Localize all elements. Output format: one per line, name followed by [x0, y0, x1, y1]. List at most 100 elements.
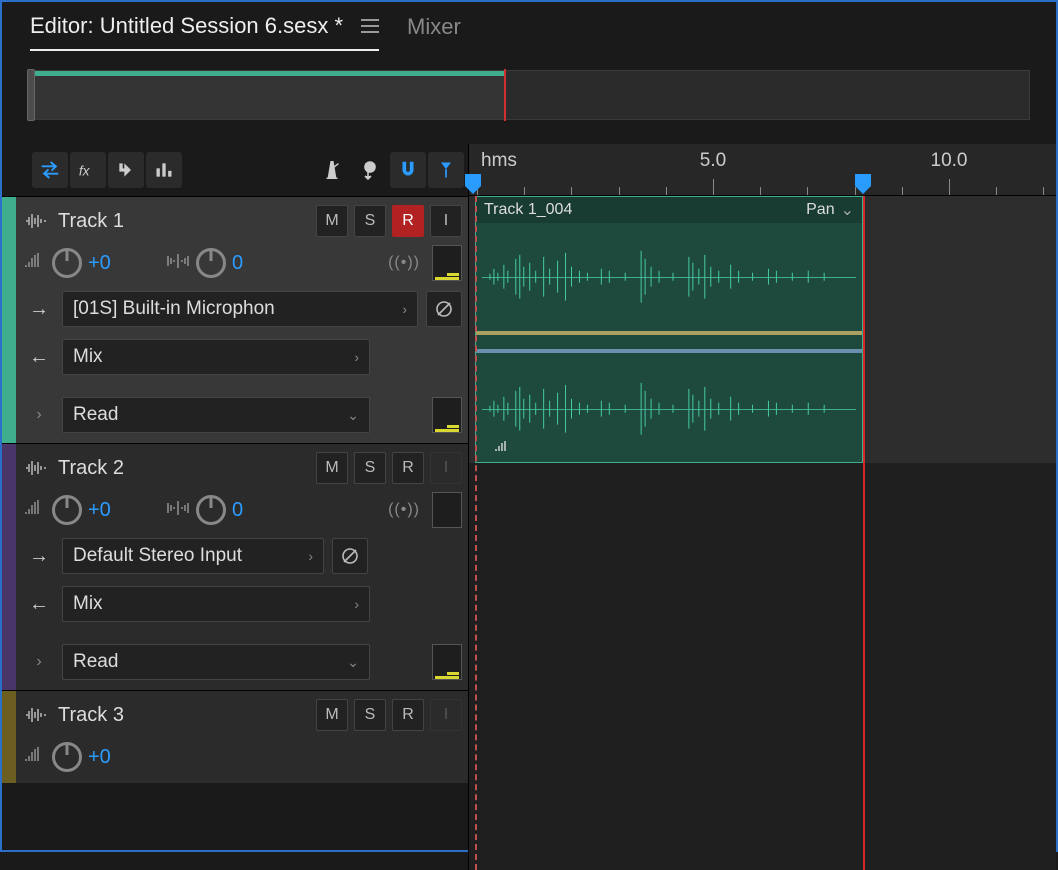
tab-mixer[interactable]: Mixer	[407, 14, 461, 50]
level-meter	[432, 644, 462, 680]
chevron-down-icon[interactable]: ⌄	[841, 200, 854, 220]
input-monitor-button[interactable]: I	[430, 205, 462, 237]
overview-playhead[interactable]	[504, 69, 506, 121]
solo-button[interactable]: S	[354, 699, 386, 731]
input-select[interactable]: [01S] Built-in Microphon ›	[62, 291, 418, 327]
level-meter	[432, 492, 462, 528]
playhead[interactable]	[863, 196, 865, 870]
record-arm-button[interactable]: R	[392, 452, 424, 484]
timeline-overview[interactable]	[28, 70, 1030, 120]
clip-volume-icon[interactable]	[494, 439, 510, 456]
rewind-to-start-button[interactable]	[352, 152, 388, 188]
output-arrow-icon: ←	[24, 593, 54, 616]
volume-knob[interactable]	[52, 495, 82, 525]
input-select[interactable]: Default Stereo Input ›	[62, 538, 324, 574]
volume-knob[interactable]	[52, 742, 82, 772]
track-color-strip[interactable]	[2, 444, 16, 690]
output-arrow-icon: ←	[24, 346, 54, 369]
inputs-outputs-button[interactable]	[32, 152, 68, 188]
track-panel-3[interactable]: Track 3 M S R I +0	[2, 690, 468, 783]
timeline[interactable]: hms 5.0 10.0	[468, 144, 1056, 870]
pan-value[interactable]: 0	[232, 252, 268, 275]
volume-icon	[24, 251, 46, 276]
snap-button[interactable]	[390, 152, 426, 188]
volume-knob[interactable]	[52, 248, 82, 278]
volume-value[interactable]: +0	[88, 499, 124, 522]
tab-mixer-label: Mixer	[407, 14, 461, 40]
input-monitor-button[interactable]: I	[430, 452, 462, 484]
mute-button[interactable]: M	[316, 452, 348, 484]
tab-editor-label: Editor: Untitled Session 6.sesx *	[30, 13, 343, 39]
input-label: [01S] Built-in Microphon	[73, 298, 275, 320]
solo-button[interactable]: S	[354, 205, 386, 237]
expand-automation-button[interactable]: ›	[24, 653, 54, 671]
track-color-strip[interactable]	[2, 691, 16, 783]
waveform-icon	[24, 459, 48, 477]
overview-zoom-handle[interactable]	[27, 69, 35, 121]
ruler-tick-label: 5.0	[700, 150, 726, 172]
track-lane-2[interactable]	[469, 463, 1056, 730]
svg-text:fx: fx	[79, 164, 91, 179]
pan-knob[interactable]	[196, 495, 226, 525]
audio-clip[interactable]: Track 1_004 Pan ⌄	[475, 196, 863, 463]
input-monitor-button[interactable]: I	[430, 699, 462, 731]
track-name[interactable]: Track 2	[58, 457, 306, 480]
ruler-tick-label: 10.0	[931, 150, 968, 172]
chevron-down-icon: ⌄	[347, 407, 359, 424]
automation-mode-select[interactable]: Read ⌄	[62, 397, 370, 433]
ruler-unit-label[interactable]: hms	[481, 150, 517, 172]
track-toolbar: fx	[2, 144, 468, 196]
automation-mode-label: Read	[73, 404, 118, 426]
output-select[interactable]: Mix ›	[62, 339, 370, 375]
track-name[interactable]: Track 3	[58, 704, 306, 727]
automation-mode-select[interactable]: Read ⌄	[62, 644, 370, 680]
track-lane-3[interactable]	[469, 730, 1056, 870]
clip-menu-label[interactable]: Pan	[806, 201, 834, 219]
input-arrow-icon: →	[24, 545, 54, 568]
chevron-right-icon: ›	[308, 548, 313, 564]
record-arm-button[interactable]: R	[392, 699, 424, 731]
panel-menu-icon[interactable]	[361, 19, 379, 33]
tab-editor[interactable]: Editor: Untitled Session 6.sesx *	[30, 13, 379, 51]
fx-button[interactable]: fx	[70, 152, 106, 188]
clip-pan-line[interactable]	[476, 349, 862, 353]
record-start-marker	[475, 196, 477, 870]
level-meter	[432, 245, 462, 281]
track-name[interactable]: Track 1	[58, 210, 306, 233]
track-panel-2[interactable]: Track 2 M S R I +0	[2, 443, 468, 690]
track-panel-1[interactable]: Track 1 M S R I +0	[2, 196, 468, 443]
track-lane-1[interactable]: Track 1_004 Pan ⌄	[469, 196, 1056, 463]
playhead-tool-button[interactable]	[428, 152, 464, 188]
output-label: Mix	[73, 593, 103, 615]
mute-button[interactable]: M	[316, 205, 348, 237]
track-color-strip[interactable]	[2, 197, 16, 443]
chevron-down-icon: ⌄	[347, 654, 359, 671]
monitor-icon[interactable]: ((•))	[388, 254, 420, 272]
panel-tab-bar: Editor: Untitled Session 6.sesx * Mixer	[2, 2, 1056, 52]
clip-volume-line[interactable]	[476, 331, 862, 335]
pan-icon	[166, 252, 190, 275]
record-arm-button[interactable]: R	[392, 205, 424, 237]
volume-value[interactable]: +0	[88, 746, 124, 769]
output-select[interactable]: Mix ›	[62, 586, 370, 622]
monitor-icon[interactable]: ((•))	[388, 501, 420, 519]
input-label: Default Stereo Input	[73, 545, 242, 567]
overview-clip-body	[29, 76, 504, 119]
pan-value[interactable]: 0	[232, 499, 268, 522]
sends-button[interactable]	[108, 152, 144, 188]
solo-button[interactable]: S	[354, 452, 386, 484]
time-ruler[interactable]: hms 5.0 10.0	[469, 144, 1056, 196]
chevron-right-icon: ›	[354, 349, 359, 365]
waveform-icon	[24, 212, 48, 230]
eq-button[interactable]	[146, 152, 182, 188]
waveform-right	[476, 355, 862, 463]
pan-knob[interactable]	[196, 248, 226, 278]
phase-invert-button[interactable]	[332, 538, 368, 574]
metronome-button[interactable]	[314, 152, 350, 188]
volume-value[interactable]: +0	[88, 252, 124, 275]
mute-button[interactable]: M	[316, 699, 348, 731]
phase-invert-button[interactable]	[426, 291, 462, 327]
level-meter	[432, 397, 462, 433]
expand-automation-button[interactable]: ›	[24, 406, 54, 424]
input-arrow-icon: →	[24, 298, 54, 321]
